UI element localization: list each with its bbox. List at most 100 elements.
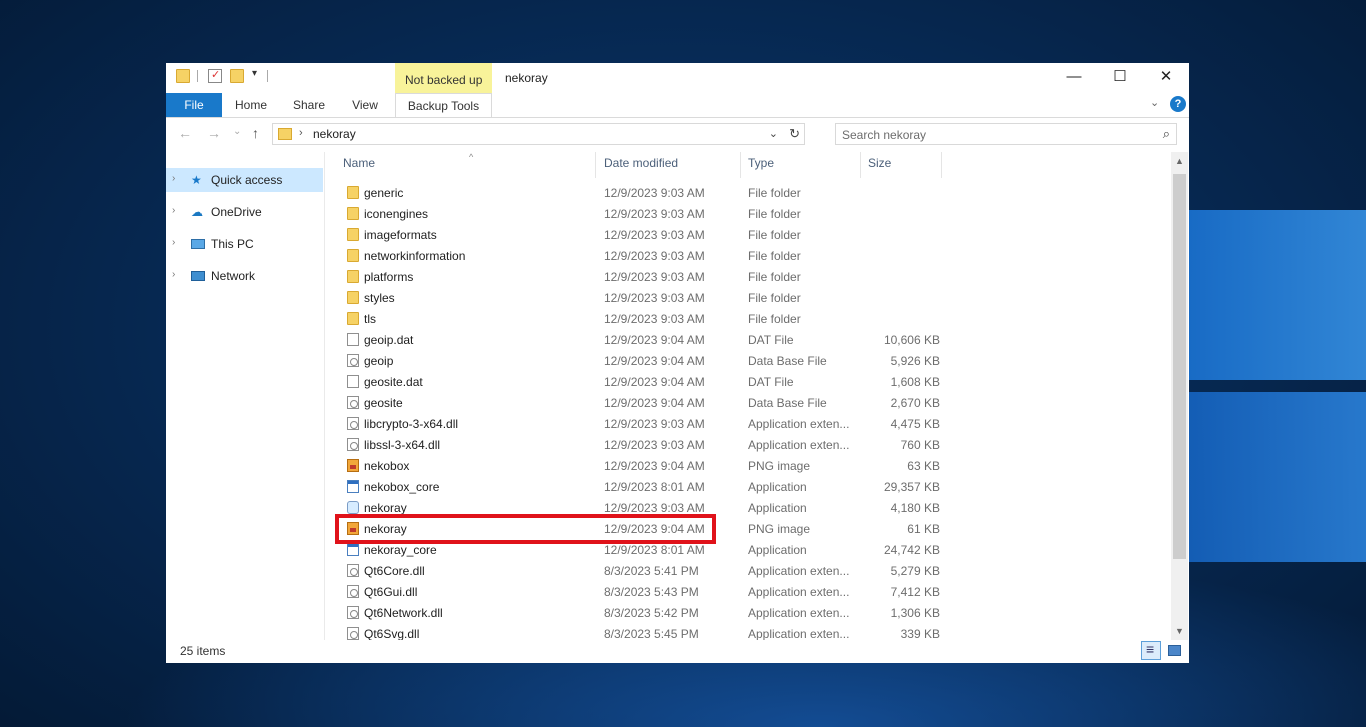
expand-chevron-icon[interactable]: › [172,237,175,248]
file-date-modified: 12/9/2023 9:03 AM [604,501,705,515]
file-name: geoip.dat [364,333,414,347]
scrollbar-thumb[interactable] [1173,174,1186,559]
column-header-name[interactable]: Name ^ [343,152,593,178]
column-divider[interactable] [941,152,942,178]
tab-home[interactable]: Home [228,93,274,117]
file-type: File folder [748,207,801,221]
search-input[interactable] [840,125,1154,145]
image-icon [347,522,359,535]
breadcrumb-nekoray[interactable]: nekoray [313,127,356,141]
customize-toolbar-icon[interactable]: ▾ [252,68,257,79]
table-row[interactable]: iconengines 12/9/2023 9:03 AM File folder [342,203,943,224]
file-date-modified: 12/9/2023 9:03 AM [604,270,705,284]
file-date-modified: 12/9/2023 9:03 AM [604,438,705,452]
table-row[interactable]: geosite 12/9/2023 9:04 AM Data Base File 2,… [342,392,943,413]
file-date-modified: 12/9/2023 9:03 AM [604,186,705,200]
table-row[interactable]: tls 12/9/2023 9:03 AM File folder [342,308,943,329]
file-type: File folder [748,186,801,200]
file-name: nekobox_core [364,480,440,494]
address-bar[interactable]: › nekoray ⌄ ↻ [272,123,805,145]
close-button[interactable]: ✕ [1143,63,1189,93]
column-divider[interactable] [740,152,741,178]
table-row[interactable]: libcrypto-3-x64.dll 12/9/2023 9:03 AM Appl… [342,413,943,434]
table-row[interactable]: Qt6Network.dll 8/3/2023 5:42 PM Applicatio… [342,602,943,623]
sidebar-item-onedrive[interactable]: › ☁ OneDrive [166,200,323,224]
address-dropdown-icon[interactable]: ⌄ [769,127,778,140]
scroll-up-arrow-icon[interactable]: ▲ [1175,156,1184,166]
wallpaper-beam [1180,210,1366,380]
table-row[interactable]: libssl-3-x64.dll 12/9/2023 9:03 AM Applica… [342,434,943,455]
table-row[interactable]: geoip 12/9/2023 9:04 AM Data Base File 5,92… [342,350,943,371]
file-type: Application exten... [748,585,850,599]
table-row[interactable]: networkinformation 12/9/2023 9:03 AM File … [342,245,943,266]
table-row[interactable]: Qt6Svg.dll 8/3/2023 5:45 PM Application ex… [342,623,943,640]
column-header-size[interactable]: Size [868,156,938,178]
table-row[interactable]: imageformats 12/9/2023 9:03 AM File folder [342,224,943,245]
sidebar-item-quick-access[interactable]: › ★ Quick access [166,168,323,192]
forward-button[interactable]: → [207,125,221,141]
table-row[interactable]: nekobox 12/9/2023 9:04 AM PNG image 63 KB [342,455,943,476]
properties-icon[interactable] [208,68,222,83]
tab-share[interactable]: Share [286,93,332,117]
file-size: 1,608 KB [890,375,940,389]
maximize-button[interactable]: ☐ [1097,63,1143,93]
file-date-modified: 8/3/2023 5:42 PM [604,606,699,620]
file-type: File folder [748,249,801,263]
table-row[interactable]: geoip.dat 12/9/2023 9:04 AM DAT File 10,606… [342,329,943,350]
file-type: Application exten... [748,438,850,452]
file-date-modified: 12/9/2023 9:03 AM [604,207,705,221]
column-divider[interactable] [860,152,861,178]
table-row[interactable]: Qt6Core.dll 8/3/2023 5:41 PM Application e… [342,560,943,581]
table-row[interactable]: nekoray 12/9/2023 9:03 AM Application 4,180… [342,497,943,518]
scroll-down-arrow-icon[interactable]: ▼ [1175,626,1184,636]
table-row[interactable]: Qt6Gui.dll 8/3/2023 5:43 PM Application ex… [342,581,943,602]
table-row[interactable]: geosite.dat 12/9/2023 9:04 AM DAT File 1,60… [342,371,943,392]
vertical-scrollbar[interactable]: ▲ ▼ [1171,152,1188,640]
sidebar-item-this-pc[interactable]: › This PC [166,232,323,256]
file-date-modified: 12/9/2023 8:01 AM [604,543,705,557]
new-folder-icon[interactable] [230,69,244,83]
minimize-button[interactable]: — [1051,63,1097,93]
details-view-button[interactable] [1141,641,1161,660]
star-icon: ★ [191,173,202,187]
table-row[interactable]: nekoray_core 12/9/2023 8:01 AM Application… [342,539,943,560]
file-type: DAT File [748,375,794,389]
refresh-icon[interactable]: ↻ [789,126,800,142]
search-icon[interactable]: ⌕ [1163,126,1170,142]
recent-locations-button[interactable]: ⌄ [233,126,241,137]
column-divider[interactable] [595,152,596,178]
sidebar-item-network[interactable]: › Network [166,264,323,288]
tab-file[interactable]: File [166,93,222,117]
file-icon [347,375,359,388]
folder-icon [347,207,359,220]
file-name: iconengines [364,207,429,221]
tab-view[interactable]: View [342,93,388,117]
up-button[interactable]: ↑ [252,125,259,141]
file-date-modified: 8/3/2023 5:41 PM [604,564,699,578]
column-header-type[interactable]: Type [748,156,848,178]
table-row[interactable]: nekobox_core 12/9/2023 8:01 AM Application… [342,476,943,497]
table-row[interactable]: styles 12/9/2023 9:03 AM File folder [342,287,943,308]
file-name: geosite.dat [364,375,423,389]
back-button[interactable]: ← [178,125,192,141]
expand-chevron-icon[interactable]: › [172,269,175,280]
help-icon[interactable]: ? [1170,96,1186,112]
file-size: 63 KB [907,459,940,473]
file-name: geoip [364,354,394,368]
table-row[interactable]: generic 12/9/2023 9:03 AM File folder [342,182,943,203]
large-icons-view-button[interactable] [1164,641,1184,660]
table-row[interactable]: platforms 12/9/2023 9:03 AM File folder [342,266,943,287]
expand-chevron-icon[interactable]: › [172,173,175,184]
search-box[interactable]: ⌕ [835,123,1177,145]
file-name: Qt6Network.dll [364,606,443,620]
file-date-modified: 12/9/2023 9:03 AM [604,291,705,305]
table-row[interactable]: nekoray 12/9/2023 9:04 AM PNG image 61 KB [342,518,943,539]
column-header-date-modified[interactable]: Date modified [604,156,734,178]
tab-backup-tools[interactable]: Backup Tools [395,93,492,117]
file-date-modified: 12/9/2023 9:04 AM [604,375,705,389]
settings-file-icon [347,396,359,409]
folder-icon [347,291,359,304]
expand-chevron-icon[interactable]: › [172,205,175,216]
expand-ribbon-icon[interactable]: ⌄ [1150,96,1159,109]
breadcrumb-chevron-icon[interactable]: › [299,127,303,139]
